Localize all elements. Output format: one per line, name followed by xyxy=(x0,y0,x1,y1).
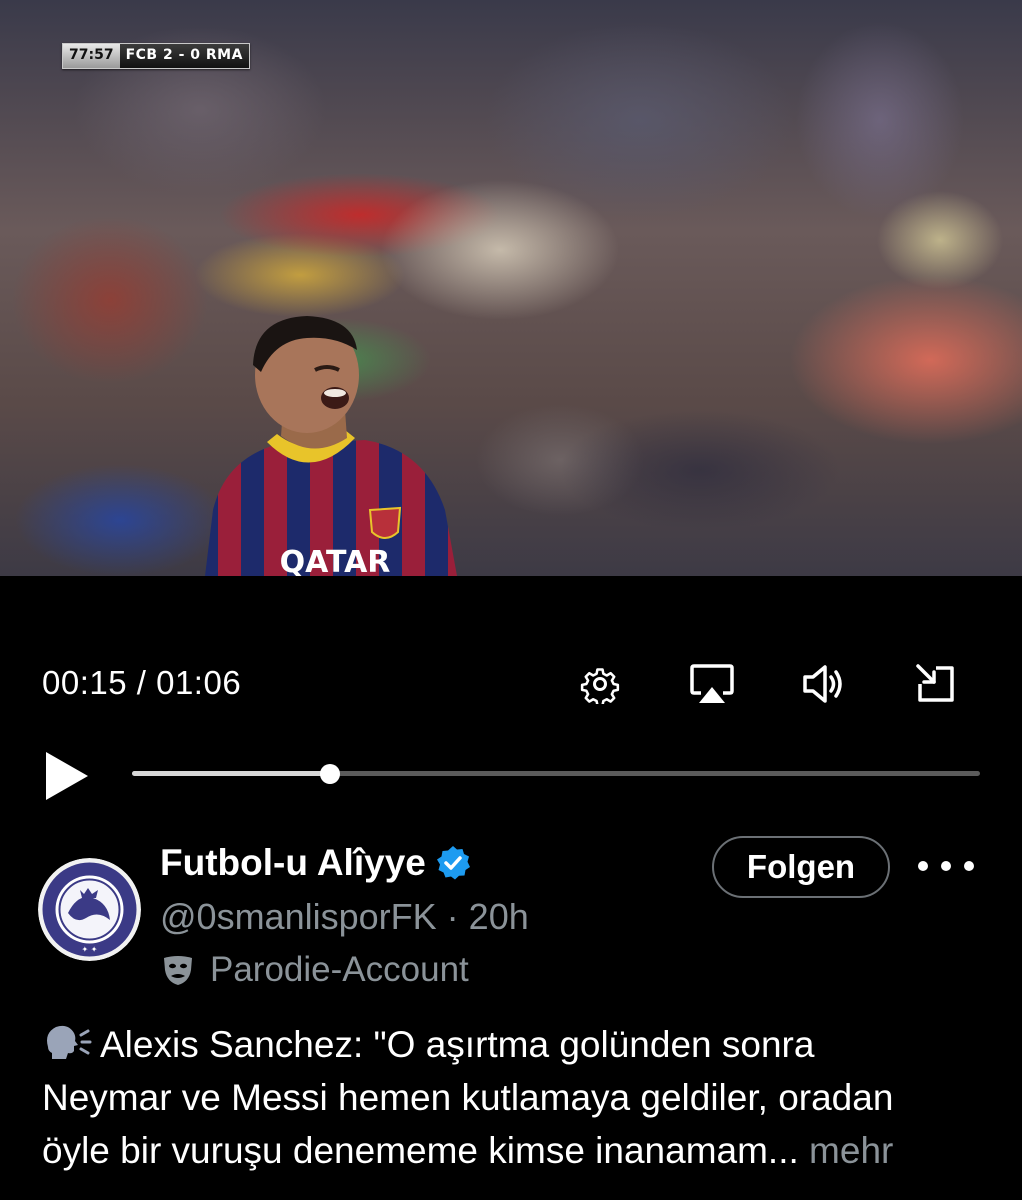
mask-icon xyxy=(164,956,192,985)
gear-icon[interactable] xyxy=(576,660,624,708)
progress-fill xyxy=(132,771,330,776)
more-dot xyxy=(918,861,928,871)
speaker-icon[interactable] xyxy=(800,660,848,708)
follow-button[interactable]: Folgen xyxy=(712,836,890,898)
video-post-screen: 77:57 FCB 2 - 0 RMA QATAR 00:15 / 01:06 … xyxy=(0,0,1022,1200)
author-name[interactable]: Futbol-u Alîyye xyxy=(160,842,472,884)
post-line-1: Alexis Sanchez: "O aşırtma golünden sonr… xyxy=(42,1018,987,1071)
parody-label: Parodie-Account xyxy=(160,950,469,990)
match-clock: 77:57 xyxy=(63,44,120,68)
jersey-sponsor: QATAR xyxy=(280,545,391,576)
svg-text:✦ ✦: ✦ ✦ xyxy=(82,945,98,954)
play-icon[interactable] xyxy=(42,750,92,802)
author-handle[interactable]: @0smanlisporFK xyxy=(160,896,437,937)
airplay-icon[interactable] xyxy=(688,660,736,708)
video-frame[interactable]: 77:57 FCB 2 - 0 RMA QATAR xyxy=(0,0,1022,576)
avatar[interactable]: ✦ ✦ xyxy=(38,858,141,961)
post-time[interactable]: 20h xyxy=(469,896,529,937)
account-label: Parodie-Account xyxy=(210,950,469,989)
meta-separator: · xyxy=(446,896,459,937)
player-figure: QATAR xyxy=(205,316,457,576)
progress-thumb[interactable] xyxy=(319,764,340,784)
speaking-head-icon xyxy=(47,1025,92,1059)
time-display: 00:15 / 01:06 xyxy=(42,664,242,701)
minimize-icon[interactable] xyxy=(912,660,960,708)
post-line-2: Neymar ve Messi hemen kutlamaya geldiler… xyxy=(42,1077,894,1118)
more-options-icon[interactable] xyxy=(918,846,974,886)
progress-bar[interactable] xyxy=(132,764,980,784)
match-score: FCB 2 - 0 RMA xyxy=(119,44,249,68)
handle-line: @0smanlisporFK · 20h xyxy=(160,896,529,938)
more-dot xyxy=(964,861,974,871)
show-more-link[interactable]: mehr xyxy=(809,1130,893,1171)
display-name: Futbol-u Alîyye xyxy=(160,842,426,883)
more-dot xyxy=(941,861,951,871)
post-line-3: öyle bir vuruşu denememe kimse inanamam.… xyxy=(42,1130,894,1171)
post-text: Alexis Sanchez: "O aşırtma golünden sonr… xyxy=(42,1018,987,1177)
scoreboard: 77:57 FCB 2 - 0 RMA xyxy=(62,43,250,69)
verified-badge-icon xyxy=(436,846,470,880)
